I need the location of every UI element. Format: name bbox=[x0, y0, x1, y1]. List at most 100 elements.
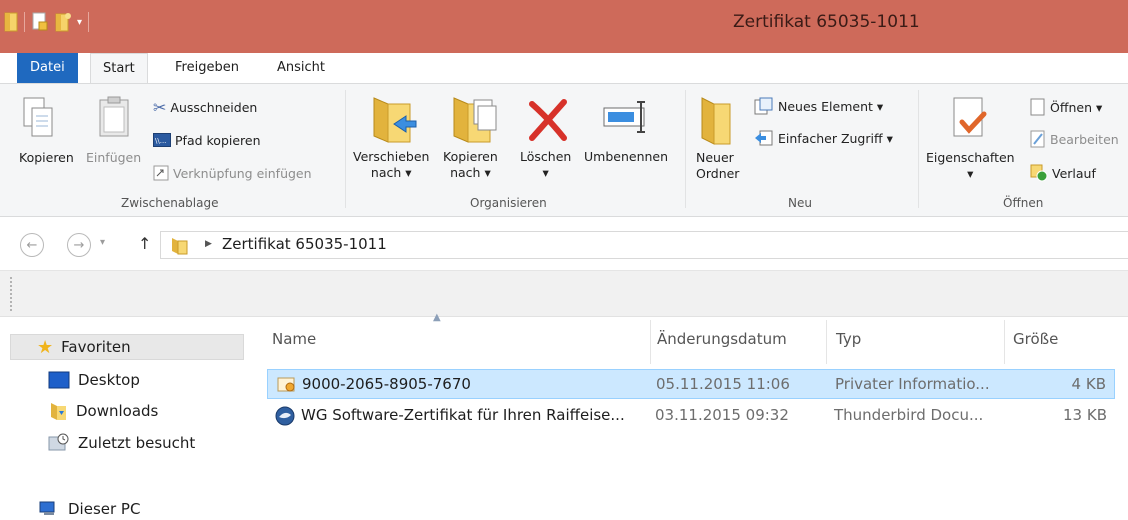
folder-icon[interactable] bbox=[4, 12, 18, 32]
open-button[interactable]: Öffnen ▾ bbox=[1030, 96, 1102, 118]
window-title: Zertifikat 65035-1011 bbox=[733, 12, 920, 32]
rename-button[interactable]: Umbenennen bbox=[584, 149, 668, 165]
column-header-size[interactable]: Größe bbox=[1013, 330, 1058, 348]
shortcut-icon bbox=[153, 165, 169, 181]
new-item-button[interactable]: Neues Element ▾ bbox=[754, 95, 883, 117]
file-size: 4 KB bbox=[1071, 375, 1106, 393]
cut-label: Ausschneiden bbox=[170, 99, 258, 115]
edit-button[interactable]: Bearbeiten bbox=[1030, 128, 1119, 150]
tab-file[interactable]: Datei bbox=[17, 53, 78, 83]
nav-downloads-label: Downloads bbox=[76, 402, 159, 420]
address-path[interactable]: Zertifikat 65035-1011 bbox=[222, 235, 387, 253]
nav-desktop[interactable]: Desktop bbox=[48, 367, 140, 393]
history-icon bbox=[1030, 164, 1048, 182]
move-to-button[interactable]: Verschieben nach ▾ bbox=[353, 149, 429, 181]
tab-view[interactable]: Ansicht bbox=[265, 53, 337, 83]
copy-to-label-2: nach ▾ bbox=[450, 165, 491, 180]
table-row[interactable]: 9000-2065-8905-7670 05.11.2015 11:06 Pri… bbox=[267, 369, 1115, 399]
file-name: WG Software-Zertifikat für Ihren Raiffei… bbox=[301, 406, 625, 424]
paste-button[interactable]: Einfügen bbox=[86, 150, 141, 166]
explorer-window: ▾ Zertifikat 65035-1011 Datei Start Frei… bbox=[0, 0, 1128, 520]
file-date: 05.11.2015 11:06 bbox=[656, 375, 790, 393]
file-size: 13 KB bbox=[1063, 406, 1107, 424]
star-icon: ★ bbox=[37, 336, 54, 358]
breadcrumb-chevron-icon[interactable]: ▶ bbox=[205, 239, 212, 249]
tab-share[interactable]: Freigeben bbox=[163, 53, 251, 83]
tab-start[interactable]: Start bbox=[90, 53, 148, 84]
group-separator bbox=[918, 90, 919, 208]
new-folder-button[interactable]: Neuer Ordner bbox=[696, 150, 739, 182]
column-separator[interactable] bbox=[650, 320, 651, 364]
back-button[interactable]: ← bbox=[20, 233, 44, 257]
properties-button[interactable]: Eigenschaften ▾ bbox=[926, 150, 1015, 182]
table-row[interactable]: WG Software-Zertifikat für Ihren Raiffei… bbox=[267, 401, 1115, 431]
title-bar: ▾ Zertifikat 65035-1011 bbox=[0, 0, 1128, 53]
file-type: Privater Informatio... bbox=[835, 375, 990, 393]
copy-icon bbox=[23, 97, 53, 137]
nav-recent-label: Zuletzt besucht bbox=[78, 434, 196, 452]
history-button[interactable]: Verlauf bbox=[1030, 162, 1096, 184]
move-to-icon bbox=[373, 97, 417, 143]
forward-button[interactable]: → bbox=[67, 233, 91, 257]
group-separator bbox=[685, 90, 686, 208]
copy-to-button[interactable]: Kopieren nach ▾ bbox=[443, 149, 498, 181]
qat-separator bbox=[24, 12, 25, 32]
easy-access-button[interactable]: Einfacher Zugriff ▾ bbox=[754, 127, 893, 149]
new-item-icon bbox=[754, 97, 773, 115]
column-header-type[interactable]: Typ bbox=[836, 330, 861, 348]
delete-icon bbox=[529, 99, 567, 141]
copy-path-button[interactable]: \\... Pfad kopieren bbox=[153, 129, 261, 151]
nav-recent[interactable]: Zuletzt besucht bbox=[48, 430, 195, 456]
delete-button[interactable]: Löschen ▾ bbox=[520, 149, 571, 181]
group-separator bbox=[345, 90, 346, 208]
easy-access-icon bbox=[755, 130, 773, 146]
downloads-icon bbox=[51, 403, 66, 420]
up-button[interactable]: ↑ bbox=[138, 234, 151, 253]
delete-label: Löschen bbox=[520, 149, 572, 164]
copy-to-icon bbox=[453, 97, 497, 143]
new-item-label: Neues Element ▾ bbox=[778, 98, 884, 114]
properties-icon bbox=[953, 97, 987, 137]
column-separator[interactable] bbox=[1004, 320, 1005, 364]
open-file-icon bbox=[1030, 98, 1045, 116]
easy-access-label: Einfacher Zugriff ▾ bbox=[778, 130, 893, 146]
paste-shortcut-button[interactable]: Verknüpfung einfügen bbox=[153, 162, 312, 184]
recent-locations-dropdown-icon[interactable]: ▾ bbox=[100, 237, 105, 248]
toolbar-grip[interactable] bbox=[10, 277, 12, 311]
quick-access-toolbar: ▾ bbox=[4, 10, 90, 34]
column-header-date[interactable]: Änderungsdatum bbox=[657, 330, 787, 348]
history-label: Verlauf bbox=[1052, 165, 1096, 181]
delete-dropdown: ▾ bbox=[542, 165, 549, 180]
sort-ascending-icon: ▲ bbox=[433, 312, 441, 323]
nav-this-pc[interactable]: Dieser PC bbox=[38, 496, 140, 520]
qat-separator bbox=[88, 12, 90, 32]
nav-desktop-label: Desktop bbox=[78, 371, 140, 389]
file-date: 03.11.2015 09:32 bbox=[655, 406, 789, 424]
nav-favorites[interactable]: ★ Favoriten bbox=[10, 334, 244, 360]
column-header-name[interactable]: Name bbox=[272, 330, 316, 348]
move-to-label-1: Verschieben bbox=[353, 149, 430, 164]
nav-downloads[interactable]: Downloads bbox=[50, 398, 158, 424]
new-folder-icon bbox=[701, 97, 731, 145]
forward-arrow-icon: → bbox=[73, 237, 85, 253]
folder-icon bbox=[172, 238, 188, 255]
properties-label: Eigenschaften bbox=[926, 150, 1015, 165]
cut-button[interactable]: ✂ Ausschneiden bbox=[153, 96, 257, 118]
desktop-icon bbox=[48, 371, 70, 389]
command-bar bbox=[0, 271, 1128, 317]
organize-group-label: Organisieren bbox=[470, 196, 547, 210]
new-folder-label-2: Ordner bbox=[696, 166, 740, 181]
computer-icon bbox=[39, 501, 55, 515]
copy-button[interactable]: Kopieren bbox=[19, 150, 74, 166]
copy-path-label: Pfad kopieren bbox=[175, 132, 261, 148]
properties-icon[interactable] bbox=[31, 12, 49, 32]
clipboard-group-label: Zwischenablage bbox=[121, 196, 219, 210]
thunderbird-file-icon bbox=[275, 406, 295, 426]
move-to-label-2: nach ▾ bbox=[370, 165, 412, 180]
back-arrow-icon: ← bbox=[26, 237, 38, 253]
new-folder-icon[interactable] bbox=[55, 12, 71, 32]
certificate-file-icon bbox=[277, 377, 295, 392]
column-separator[interactable] bbox=[826, 320, 827, 364]
qat-dropdown-icon[interactable]: ▾ bbox=[77, 17, 82, 28]
address-bar-row: ← → ▾ ↑ ▶ Zertifikat 65035-1011 bbox=[0, 217, 1128, 271]
